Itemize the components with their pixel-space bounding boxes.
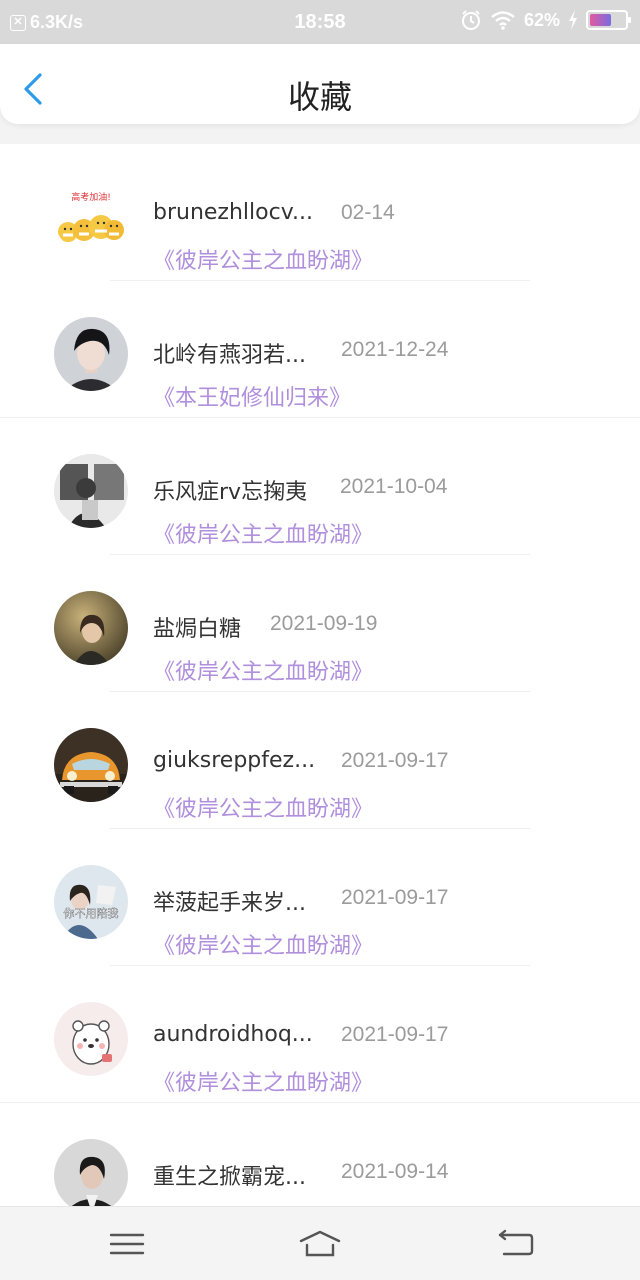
- book-title-link[interactable]: 《彼岸公主之血盼湖》: [153, 654, 373, 686]
- user-name: brunezhllocv...: [153, 200, 313, 225]
- favorites-list[interactable]: 高考加油! brunezhllocv... 02-14 《彼岸公主之血盼湖》 北…: [0, 144, 640, 1206]
- charging-icon: [569, 10, 577, 30]
- user-name: 盐焗白糖: [153, 617, 242, 642]
- return-icon[interactable]: [496, 1229, 536, 1259]
- battery-icon: [586, 10, 631, 30]
- avatar[interactable]: [54, 1139, 128, 1206]
- page-title: 收藏: [287, 78, 352, 116]
- user-name: 重生之掀霸宠...: [153, 1165, 306, 1190]
- list-item[interactable]: 重生之掀霸宠... 2021-09-14 《彼岸公主之血盼湖》: [0, 1103, 640, 1206]
- alarm-icon: [461, 10, 480, 30]
- user-name: 举菠起手来岁...: [153, 891, 306, 916]
- home-icon[interactable]: [298, 1229, 342, 1259]
- favorite-date: 2021-09-19: [270, 612, 378, 635]
- favorite-date: 2021-09-14: [341, 1160, 449, 1183]
- favorite-date: 2021-10-04: [340, 475, 448, 498]
- user-name: giuksreppfez...: [153, 748, 316, 773]
- favorite-date: 2021-09-17: [341, 1023, 449, 1046]
- avatar[interactable]: [54, 728, 128, 802]
- avatar[interactable]: [54, 591, 128, 665]
- favorite-date: 2021-09-17: [341, 749, 449, 772]
- menu-icon[interactable]: [108, 1229, 148, 1259]
- avatar-caption: 你不用陪我: [64, 906, 119, 920]
- list-item[interactable]: 乐风症rv忘掬夷 2021-10-04 《彼岸公主之血盼湖》: [0, 418, 640, 555]
- list-item[interactable]: 盐焗白糖 2021-09-19 《彼岸公主之血盼湖》: [0, 555, 640, 692]
- avatar-caption: 高考加油!: [71, 191, 111, 203]
- book-title-link[interactable]: 《彼岸公主之血盼湖》: [153, 517, 373, 549]
- status-right: 62%: [460, 9, 631, 31]
- book-title-link[interactable]: 《彼岸公主之血盼湖》: [153, 243, 373, 275]
- user-name: aundroidhoq...: [153, 1022, 313, 1047]
- list-item[interactable]: giuksreppfez... 2021-09-17 《彼岸公主之血盼湖》: [0, 692, 640, 829]
- favorite-date: 2021-12-24: [341, 338, 449, 361]
- avatar[interactable]: 高考加油!: [54, 180, 128, 254]
- favorite-date: 02-14: [341, 201, 395, 224]
- list-item[interactable]: 你不用陪我 举菠起手来岁... 2021-09-17 《彼岸公主之血盼湖》: [0, 829, 640, 966]
- list-item[interactable]: aundroidhoq... 2021-09-17 《彼岸公主之血盼湖》: [0, 966, 640, 1103]
- avatar[interactable]: [54, 317, 128, 391]
- battery-percent: 62%: [523, 9, 560, 30]
- book-title-link[interactable]: 《彼岸公主之血盼湖》: [153, 1065, 373, 1097]
- book-title-link[interactable]: 《本王妃修仙归来》: [153, 380, 351, 412]
- book-title-link[interactable]: 《彼岸公主之血盼湖》: [153, 928, 373, 960]
- avatar[interactable]: [54, 454, 128, 528]
- user-name: 乐风症rv忘掬夷: [153, 480, 308, 505]
- wifi-icon: [491, 11, 515, 30]
- favorite-date: 2021-09-17: [341, 886, 449, 909]
- avatar[interactable]: [54, 1002, 128, 1076]
- user-name: 北岭有燕羽若...: [153, 343, 306, 368]
- system-nav-bar: [0, 1206, 640, 1280]
- book-title-link[interactable]: 《彼岸公主之血盼湖》: [153, 791, 373, 823]
- list-item[interactable]: 北岭有燕羽若... 2021-12-24 《本王妃修仙归来》: [0, 281, 640, 418]
- avatar[interactable]: 你不用陪我: [54, 865, 128, 939]
- list-item[interactable]: 高考加油! brunezhllocv... 02-14 《彼岸公主之血盼湖》: [0, 144, 640, 281]
- status-bar: ✕ 6.3K/s 18:58 62%: [0, 0, 640, 44]
- header: 收藏: [0, 44, 640, 124]
